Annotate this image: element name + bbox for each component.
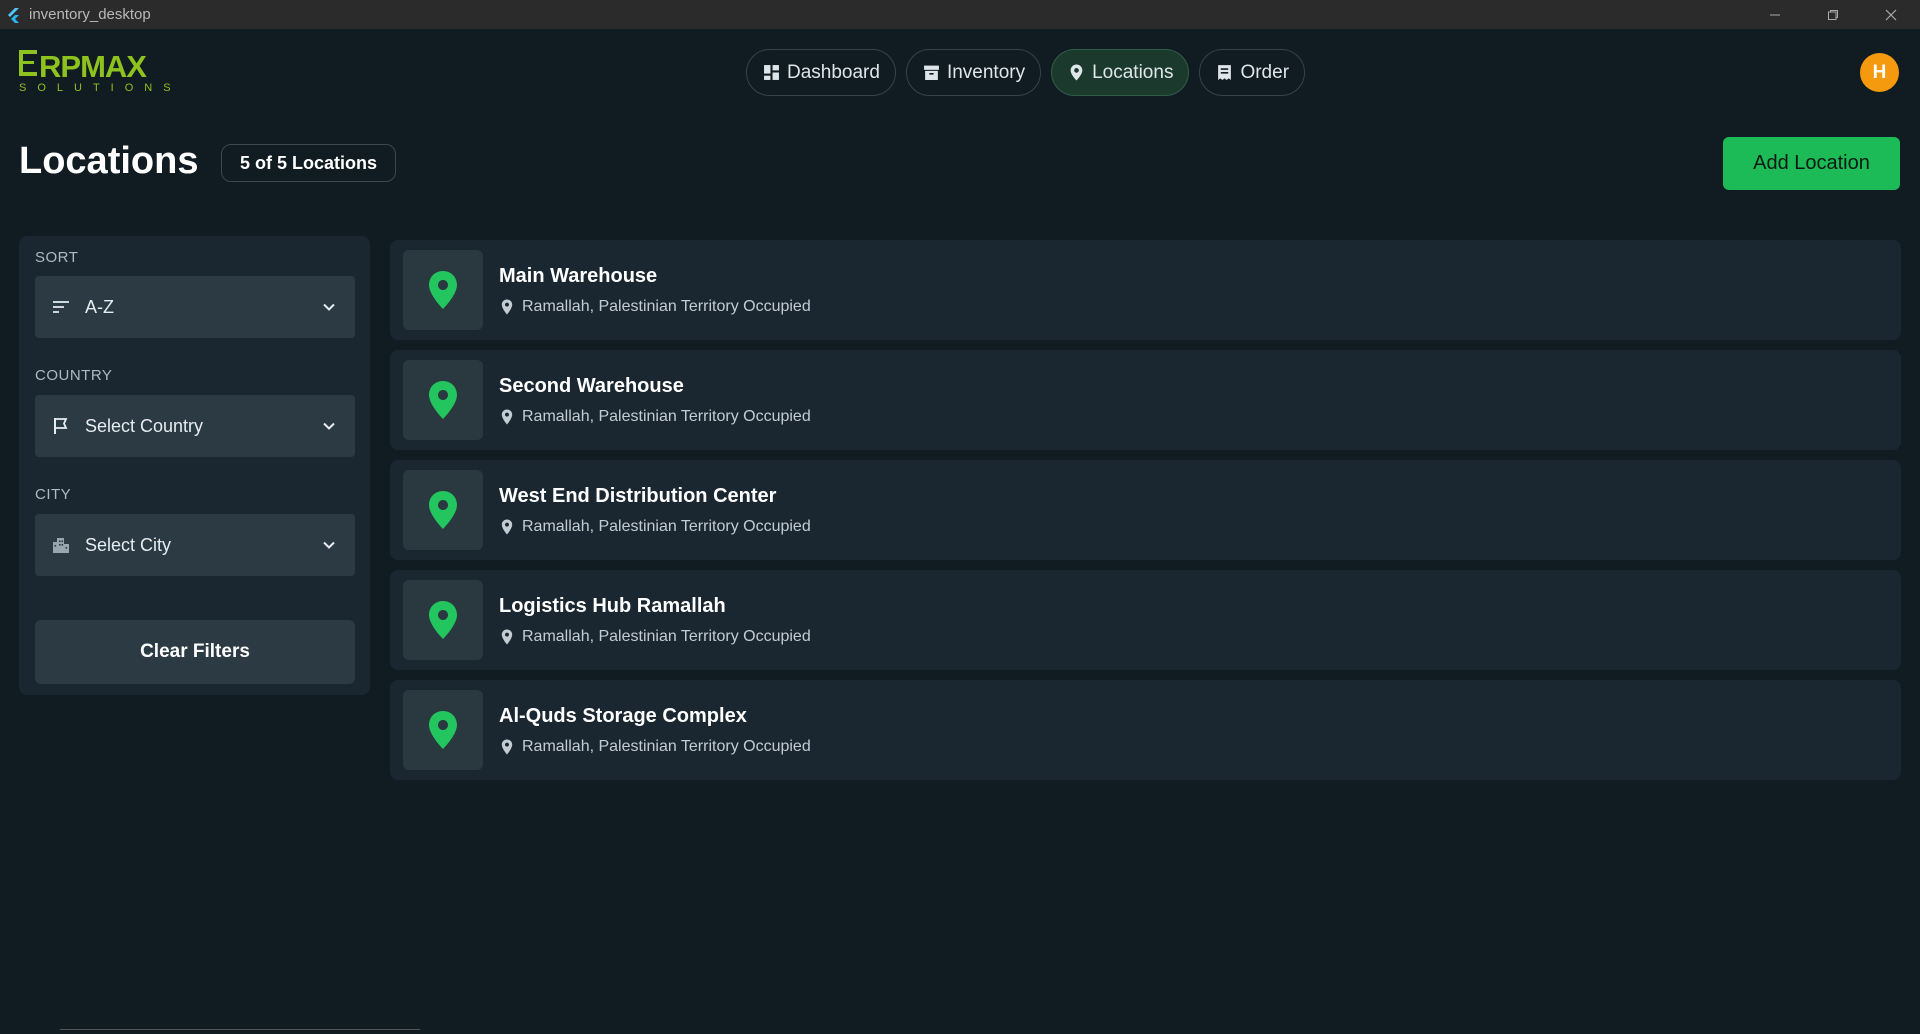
tab-inventory[interactable]: Inventory <box>905 49 1042 96</box>
chevron-down-icon <box>323 541 335 549</box>
city-label: CITY <box>35 486 72 503</box>
minimize-button[interactable] <box>1746 0 1804 29</box>
svg-text:SOLUTIONS: SOLUTIONS <box>19 82 179 94</box>
archive-icon <box>924 65 939 80</box>
dashboard-icon <box>764 65 779 80</box>
map-marker-icon <box>501 519 513 535</box>
location-thumb <box>403 690 483 770</box>
sort-icon <box>53 301 69 313</box>
location-address-text: Ramallah, Palestinian Territory Occupied <box>522 408 811 425</box>
location-address-text: Ramallah, Palestinian Territory Occupied <box>522 298 811 315</box>
add-location-button[interactable]: Add Location <box>1723 137 1900 190</box>
location-thumb <box>403 470 483 550</box>
location-name: West End Distribution Center <box>499 485 777 507</box>
location-card[interactable]: Second Warehouse Ramallah, Palestinian T… <box>390 350 1901 450</box>
country-label: COUNTRY <box>35 367 113 384</box>
country-select-value: Select Country <box>85 415 204 436</box>
sort-value: A-Z <box>85 296 114 317</box>
flutter-app-icon <box>8 7 19 23</box>
close-button[interactable] <box>1862 0 1920 29</box>
chevron-down-icon <box>323 422 335 430</box>
sort-label: SORT <box>35 249 79 266</box>
location-name: Main Warehouse <box>499 265 658 287</box>
restore-icon <box>1828 9 1838 20</box>
sort-select[interactable]: A-Z <box>35 276 355 338</box>
chevron-down-icon <box>323 303 335 311</box>
location-pin-icon <box>429 491 457 529</box>
tab-order-label: Order <box>1240 61 1290 83</box>
window-titlebar: inventory_desktop <box>0 0 1920 29</box>
city-select[interactable]: Select City <box>35 514 355 576</box>
page-title: Locations <box>19 140 199 182</box>
flag-icon <box>54 418 68 434</box>
tab-locations-label: Locations <box>1092 61 1174 83</box>
location-address-text: Ramallah, Palestinian Territory Occupied <box>522 738 811 755</box>
main-nav: Dashboard Inventory Locations Order <box>746 49 1306 96</box>
tab-dashboard[interactable]: Dashboard <box>746 49 896 96</box>
location-name: Second Warehouse <box>499 375 684 397</box>
map-marker-icon <box>501 629 513 645</box>
tab-order[interactable]: Order <box>1199 49 1306 96</box>
receipt-icon <box>1218 65 1232 80</box>
location-address-text: Ramallah, Palestinian Territory Occupied <box>522 628 811 645</box>
erpmax-logo: RPMAX SOLUTIONS <box>19 49 179 94</box>
user-avatar[interactable]: H <box>1860 53 1899 92</box>
location-name: Logistics Hub Ramallah <box>499 595 726 617</box>
location-address-text: Ramallah, Palestinian Territory Occupied <box>522 518 811 535</box>
location-thumb <box>403 580 483 660</box>
location-thumb <box>403 360 483 440</box>
location-list: Main Warehouse Ramallah, Palestinian Ter… <box>390 240 1901 790</box>
location-card[interactable]: West End Distribution Center Ramallah, P… <box>390 460 1901 560</box>
map-marker-icon <box>501 409 513 425</box>
location-thumb <box>403 250 483 330</box>
country-select[interactable]: Select Country <box>35 395 355 457</box>
location-card[interactable]: Logistics Hub Ramallah Ramallah, Palesti… <box>390 570 1901 670</box>
location-pin-icon <box>429 601 457 639</box>
window-controls <box>1746 0 1920 29</box>
filter-sidebar: SORT A-Z COUNTRY Select Country CITY Sel… <box>19 236 370 695</box>
close-icon <box>1885 9 1897 20</box>
svg-text:RPMAX: RPMAX <box>39 49 147 84</box>
location-address: Ramallah, Palestinian Territory Occupied <box>501 738 811 756</box>
map-marker-icon <box>501 739 513 755</box>
minimize-icon <box>1770 14 1780 15</box>
location-pin-icon <box>429 271 457 309</box>
clear-filters-button[interactable]: Clear Filters <box>35 620 355 684</box>
location-card[interactable]: Al-Quds Storage Complex Ramallah, Palest… <box>390 680 1901 780</box>
location-name: Al-Quds Storage Complex <box>499 705 747 727</box>
location-address: Ramallah, Palestinian Territory Occupied <box>501 518 811 536</box>
location-address: Ramallah, Palestinian Territory Occupied <box>501 408 811 426</box>
location-count-badge: 5 of 5 Locations <box>221 144 397 182</box>
tab-inventory-label: Inventory <box>946 61 1026 83</box>
location-address: Ramallah, Palestinian Territory Occupied <box>501 298 811 316</box>
restore-button[interactable] <box>1804 0 1862 29</box>
window-title: inventory_desktop <box>29 6 151 23</box>
location-card[interactable]: Main Warehouse Ramallah, Palestinian Ter… <box>390 240 1901 340</box>
city-icon <box>53 538 69 553</box>
city-select-value: Select City <box>85 534 172 555</box>
map-marker-icon <box>501 299 513 315</box>
location-pin-icon <box>429 381 457 419</box>
tab-locations[interactable]: Locations <box>1051 49 1190 96</box>
location-address: Ramallah, Palestinian Territory Occupied <box>501 628 811 646</box>
location-pin-icon <box>429 711 457 749</box>
location-pin-icon <box>1070 64 1083 81</box>
horizontal-scrollbar[interactable] <box>60 1029 420 1034</box>
tab-dashboard-label: Dashboard <box>787 61 880 83</box>
